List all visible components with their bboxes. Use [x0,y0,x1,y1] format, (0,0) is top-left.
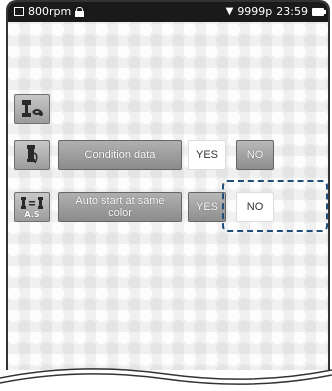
battery-icon [312,7,326,16]
spool-icon [22,100,43,117]
lock-icon [75,6,85,17]
device-frame: 800rpm ▼ 9999p 23:59 Condition data YES … [0,0,332,391]
condition-data-label: Condition data [58,140,182,170]
speed-readout: 800rpm [28,5,72,18]
auto-start-label: Auto start at same color [58,192,182,222]
row-spool [14,94,50,124]
condition-data-yes-button[interactable]: YES [188,140,226,170]
row-condition-data: Condition data YES NO [14,140,274,170]
highlight-frame [222,180,328,232]
thread-icon [27,145,38,164]
condition-data-no-button[interactable]: NO [236,140,274,170]
screen-cutoff-wave [0,368,332,385]
auto-start-yes-button[interactable]: YES [188,192,226,222]
stitch-count: 9999p [237,5,273,18]
auto-start-tile[interactable]: A.S [14,192,50,222]
auto-start-icon [21,196,43,209]
spool-tile[interactable] [14,94,50,124]
status-right: ▼ 9999p 23:59 [225,5,326,18]
auto-start-icon-text: A.S [24,209,40,219]
monitor-icon [14,7,24,16]
status-bar: 800rpm ▼ 9999p 23:59 [8,2,328,22]
clock: 23:59 [276,5,308,18]
needle-icon: ▼ [225,6,234,17]
thread-tile[interactable] [14,140,50,170]
status-left: 800rpm [14,5,85,18]
